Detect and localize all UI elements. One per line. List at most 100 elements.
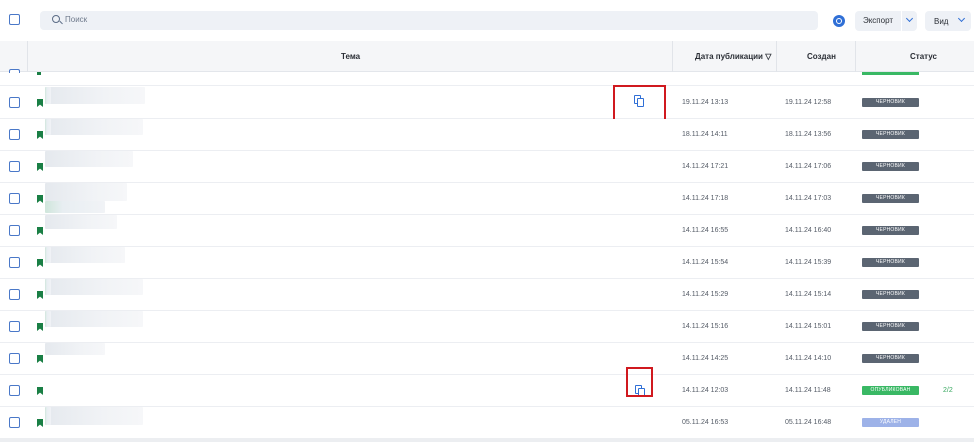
status-badge: УДАЛЕН (862, 418, 919, 427)
column-topic[interactable]: Тема (341, 41, 360, 72)
table-row[interactable]: 18.11.24 14:11 18.11.24 13:56 ЧЕРНОВИК (0, 119, 974, 151)
published-date: 14.11.24 17:18 (682, 195, 729, 202)
topic-thumbnail-blurred[interactable] (45, 247, 125, 263)
search-placeholder: Поиск (65, 15, 88, 24)
row-checkbox[interactable] (9, 385, 20, 396)
created-date: 14.11.24 15:14 (785, 291, 832, 298)
row-checkbox[interactable] (9, 129, 20, 140)
export-button[interactable]: Экспорт (855, 11, 901, 31)
table-row[interactable]: 05.11.24 16:53 05.11.24 16:48 УДАЛЕН (0, 407, 974, 439)
table-row[interactable]: 14.11.24 15:54 14.11.24 15:39 ЧЕРНОВИК (0, 247, 974, 279)
published-date: 14.11.24 17:21 (682, 163, 729, 170)
bookmark-icon[interactable] (37, 259, 43, 267)
row-checkbox[interactable] (9, 353, 20, 364)
bookmark-icon[interactable] (37, 195, 43, 203)
status-badge: ЧЕРНОВИК (862, 194, 919, 203)
view-button[interactable]: Вид (925, 11, 971, 31)
topic-thumbnail-blurred[interactable] (45, 87, 51, 104)
published-date: 14.11.24 14:25 (682, 355, 729, 362)
status-badge: ЧЕРНОВИК (862, 98, 919, 107)
status-badge: ЧЕРНОВИК (862, 354, 919, 363)
status-badge: ЧЕРНОВИК (862, 162, 919, 171)
topic-thumbnail-blurred[interactable] (45, 183, 127, 201)
table-row[interactable]: 14.11.24 17:21 14.11.24 17:06 ЧЕРНОВИК (0, 151, 974, 183)
created-date: 14.11.24 15:01 (785, 323, 832, 330)
status-badge: ЧЕРНОВИК (862, 226, 919, 235)
bookmark-icon[interactable] (37, 99, 43, 107)
published-date: 14.11.24 15:16 (682, 323, 729, 330)
published-date: 18.11.24 14:11 (682, 131, 728, 138)
export-dropdown-button[interactable] (902, 11, 917, 31)
topic-thumbnail-blurred[interactable] (45, 151, 133, 167)
row-checkbox[interactable] (9, 97, 20, 108)
table-row[interactable]: 14.11.24 15:16 14.11.24 15:01 ЧЕРНОВИК (0, 311, 974, 343)
topic-thumbnail-blurred[interactable] (45, 407, 143, 425)
table-row[interactable]: 14.11.24 17:18 14.11.24 17:03 ЧЕРНОВИК (0, 183, 974, 215)
horizontal-scrollbar[interactable] (0, 438, 974, 442)
status-badge: ОПУБЛИКОВАН (862, 386, 919, 395)
row-checkbox[interactable] (9, 193, 20, 204)
bookmark-icon[interactable] (37, 227, 43, 235)
bookmark-icon[interactable] (37, 419, 43, 427)
topic-thumbnail-blurred[interactable] (45, 87, 145, 104)
partial-row (0, 72, 974, 86)
highlight-box (613, 85, 666, 123)
topic-thumbnail-blurred[interactable] (45, 215, 117, 229)
published-date: 14.11.24 15:54 (682, 259, 729, 266)
topic-thumbnail-blurred[interactable] (45, 201, 105, 213)
help-icon[interactable] (833, 15, 845, 27)
row-checkbox[interactable] (9, 321, 20, 332)
topic-thumbnail-blurred[interactable] (45, 343, 105, 355)
created-date: 14.11.24 15:39 (785, 259, 832, 266)
published-date: 14.11.24 12:03 (682, 387, 729, 394)
column-published-label: Дата публикации (695, 52, 763, 61)
select-all-checkbox[interactable] (9, 14, 20, 25)
bookmark-icon[interactable] (37, 323, 43, 331)
table-row[interactable]: 14.11.24 14:25 14.11.24 14:10 ЧЕРНОВИК (0, 343, 974, 375)
table-row[interactable]: 19.11.24 13:13 19.11.24 12:58 ЧЕРНОВИК (0, 85, 974, 123)
column-status[interactable]: Статус (910, 41, 937, 72)
created-date: 18.11.24 13:56 (785, 131, 832, 138)
bookmark-icon[interactable] (37, 355, 43, 363)
column-divider (27, 41, 28, 72)
topic-thumbnail-blurred[interactable] (45, 311, 143, 327)
status-badge: ЧЕРНОВИК (862, 290, 919, 299)
row-checkbox[interactable] (9, 289, 20, 300)
bookmark-icon[interactable] (37, 163, 43, 171)
highlight-box (626, 367, 653, 397)
created-date: 14.11.24 17:06 (785, 163, 832, 170)
column-divider (855, 41, 856, 72)
column-divider (776, 41, 777, 72)
row-checkbox[interactable] (9, 257, 20, 268)
topic-thumbnail-blurred[interactable] (45, 311, 51, 327)
topic-thumbnail-blurred[interactable] (45, 279, 143, 295)
row-checkbox[interactable] (9, 225, 20, 236)
row-checkbox[interactable] (9, 161, 20, 172)
published-date: 05.11.24 16:53 (682, 419, 729, 426)
created-date: 05.11.24 16:48 (785, 419, 832, 426)
bookmark-icon[interactable] (37, 387, 43, 395)
topic-thumbnail-blurred[interactable] (45, 279, 51, 295)
bookmark-icon[interactable] (37, 131, 43, 139)
sort-indicator-icon[interactable]: ▽ (765, 52, 771, 61)
published-date: 14.11.24 16:55 (682, 227, 729, 234)
topic-thumbnail-blurred[interactable] (45, 407, 51, 425)
chevron-down-icon (957, 14, 966, 23)
column-created[interactable]: Создан (807, 41, 836, 72)
table-row[interactable]: 14.11.24 12:03 14.11.24 11:48 ОПУБЛИКОВАН 2… (0, 367, 974, 407)
table-header: Тема Дата публикации ▽ Создан Статус (0, 41, 974, 73)
created-date: 14.11.24 16:40 (785, 227, 832, 234)
column-published[interactable]: Дата публикации ▽ (695, 41, 771, 72)
row-checkbox[interactable] (9, 417, 20, 428)
table-row[interactable]: 14.11.24 16:55 14.11.24 16:40 ЧЕРНОВИК (0, 215, 974, 247)
created-date: 14.11.24 14:10 (785, 355, 832, 362)
chevron-down-icon (905, 14, 914, 23)
search-icon (52, 15, 60, 23)
topic-thumbnail-blurred[interactable] (45, 247, 51, 263)
table-row[interactable]: 14.11.24 15:29 14.11.24 15:14 ЧЕРНОВИК (0, 279, 974, 311)
search-input[interactable]: Поиск (40, 11, 818, 30)
topic-thumbnail-blurred[interactable] (45, 119, 51, 135)
topic-thumbnail-blurred[interactable] (45, 119, 143, 135)
created-date: 19.11.24 12:58 (785, 99, 832, 106)
bookmark-icon[interactable] (37, 291, 43, 299)
